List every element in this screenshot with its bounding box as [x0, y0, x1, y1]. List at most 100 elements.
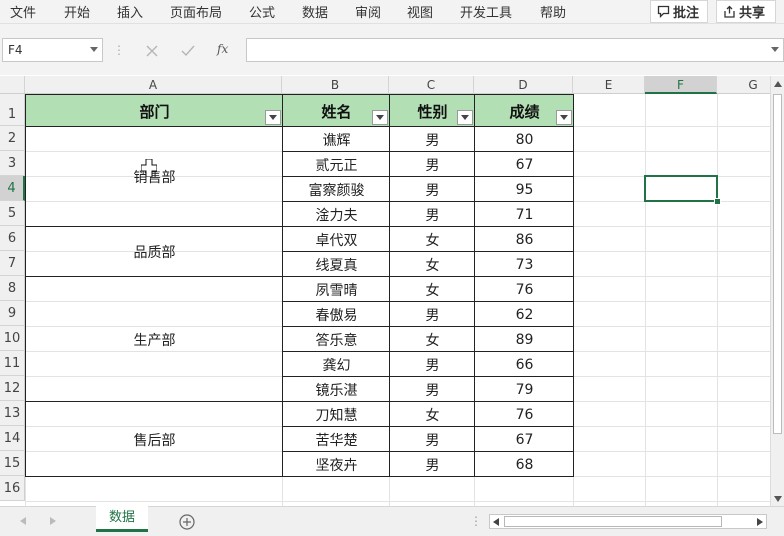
row-header[interactable]: 5: [0, 201, 25, 226]
scroll-left-icon[interactable]: [493, 518, 499, 526]
row-header[interactable]: 15: [0, 451, 25, 476]
row-header[interactable]: 12: [0, 376, 25, 401]
column-header[interactable]: G: [717, 76, 770, 94]
score-cell[interactable]: 73: [474, 251, 574, 277]
comments-button[interactable]: 批注: [650, 0, 708, 23]
score-cell[interactable]: 80: [474, 126, 574, 152]
score-cell[interactable]: 89: [474, 326, 574, 352]
score-cell[interactable]: 67: [474, 426, 574, 452]
score-cell[interactable]: 76: [474, 276, 574, 302]
name-cell[interactable]: 淦力夫: [282, 201, 390, 227]
tab-splitter-icon[interactable]: ⋮: [470, 514, 482, 528]
gender-cell[interactable]: 女: [389, 276, 475, 302]
gender-cell[interactable]: 男: [389, 126, 475, 152]
row-header[interactable]: 11: [0, 351, 25, 376]
table-header-cell[interactable]: 部门: [25, 94, 283, 127]
score-cell[interactable]: 79: [474, 376, 574, 402]
menu-help[interactable]: 帮助: [540, 2, 566, 21]
score-cell[interactable]: 86: [474, 226, 574, 252]
vertical-scroll-thumb[interactable]: [773, 94, 782, 434]
gender-cell[interactable]: 男: [389, 176, 475, 202]
table-header-cell[interactable]: 成绩: [474, 94, 574, 127]
department-merged-cell[interactable]: 售后部: [25, 401, 283, 477]
department-merged-cell[interactable]: 生产部: [25, 276, 283, 402]
name-cell[interactable]: 镜乐湛: [282, 376, 390, 402]
worksheet-grid[interactable]: A B C D E F G 1 2 3 4 5 6 7 8 9 10 11 12 13 14 15 16 部门 姓名 性别 成绩 销售…: [0, 76, 770, 506]
column-header[interactable]: D: [474, 76, 573, 94]
name-cell[interactable]: 坚夜卉: [282, 451, 390, 477]
gender-cell[interactable]: 男: [389, 151, 475, 177]
menu-formulas[interactable]: 公式: [249, 2, 275, 21]
filter-dropdown-button[interactable]: [372, 110, 388, 125]
menu-insert[interactable]: 插入: [117, 2, 143, 21]
enter-check-icon[interactable]: [181, 45, 195, 57]
row-header[interactable]: 7: [0, 251, 25, 276]
column-header[interactable]: F: [645, 76, 717, 94]
formula-input[interactable]: [246, 38, 784, 62]
gender-cell[interactable]: 女: [389, 251, 475, 277]
name-cell[interactable]: 线夏真: [282, 251, 390, 277]
menu-home[interactable]: 开始: [64, 2, 90, 21]
gender-cell[interactable]: 男: [389, 376, 475, 402]
row-header[interactable]: 6: [0, 226, 25, 251]
name-cell[interactable]: 答乐意: [282, 326, 390, 352]
column-header[interactable]: A: [25, 76, 282, 94]
cancel-icon[interactable]: [146, 45, 158, 57]
name-cell[interactable]: 龚幻: [282, 351, 390, 377]
table-header-cell[interactable]: 性别: [389, 94, 475, 127]
name-cell[interactable]: 贰元正: [282, 151, 390, 177]
gender-cell[interactable]: 女: [389, 226, 475, 252]
scroll-right-icon[interactable]: [757, 518, 763, 526]
horizontal-scrollbar[interactable]: [489, 514, 767, 529]
menu-developer[interactable]: 开发工具: [460, 2, 512, 21]
menu-file[interactable]: 文件: [10, 2, 36, 21]
gender-cell[interactable]: 女: [389, 326, 475, 352]
name-cell[interactable]: 卓代双: [282, 226, 390, 252]
scroll-up-icon[interactable]: [774, 81, 782, 87]
selected-cell-outline[interactable]: [644, 175, 718, 202]
column-header[interactable]: C: [389, 76, 474, 94]
name-cell[interactable]: 富察颜骏: [282, 176, 390, 202]
row-header[interactable]: 10: [0, 326, 25, 351]
row-header[interactable]: 14: [0, 426, 25, 451]
score-cell[interactable]: 62: [474, 301, 574, 327]
row-header[interactable]: 4: [0, 176, 25, 201]
score-cell[interactable]: 95: [474, 176, 574, 202]
column-header[interactable]: B: [282, 76, 389, 94]
chevron-down-icon[interactable]: [90, 47, 98, 53]
next-sheet-icon[interactable]: [50, 517, 56, 525]
gender-cell[interactable]: 男: [389, 426, 475, 452]
filter-dropdown-button[interactable]: [457, 110, 473, 125]
name-cell[interactable]: 夙雪晴: [282, 276, 390, 302]
menu-view[interactable]: 视图: [407, 2, 433, 21]
gender-cell[interactable]: 男: [389, 351, 475, 377]
vertical-scrollbar[interactable]: [770, 76, 784, 506]
name-cell[interactable]: 春傲易: [282, 301, 390, 327]
row-header[interactable]: 16: [0, 476, 25, 501]
row-header[interactable]: 9: [0, 301, 25, 326]
score-cell[interactable]: 71: [474, 201, 574, 227]
table-header-cell[interactable]: 姓名: [282, 94, 390, 127]
name-cell[interactable]: 苦华楚: [282, 426, 390, 452]
score-cell[interactable]: 67: [474, 151, 574, 177]
gender-cell[interactable]: 男: [389, 201, 475, 227]
gender-cell[interactable]: 男: [389, 451, 475, 477]
column-header[interactable]: E: [573, 76, 645, 94]
scroll-down-icon[interactable]: [774, 496, 782, 502]
row-header[interactable]: 3: [0, 151, 25, 176]
filter-dropdown-button[interactable]: [265, 110, 281, 125]
score-cell[interactable]: 66: [474, 351, 574, 377]
gender-cell[interactable]: 女: [389, 401, 475, 427]
fill-handle[interactable]: [714, 198, 721, 205]
score-cell[interactable]: 76: [474, 401, 574, 427]
menu-page-layout[interactable]: 页面布局: [170, 2, 222, 21]
department-merged-cell[interactable]: 品质部: [25, 226, 283, 277]
prev-sheet-icon[interactable]: [20, 517, 26, 525]
name-cell[interactable]: 谯辉: [282, 126, 390, 152]
horizontal-scroll-thumb[interactable]: [504, 516, 722, 527]
score-cell[interactable]: 68: [474, 451, 574, 477]
row-header[interactable]: 13: [0, 401, 25, 426]
insert-function-button[interactable]: fx: [217, 42, 228, 56]
menu-data[interactable]: 数据: [302, 2, 328, 21]
gender-cell[interactable]: 男: [389, 301, 475, 327]
